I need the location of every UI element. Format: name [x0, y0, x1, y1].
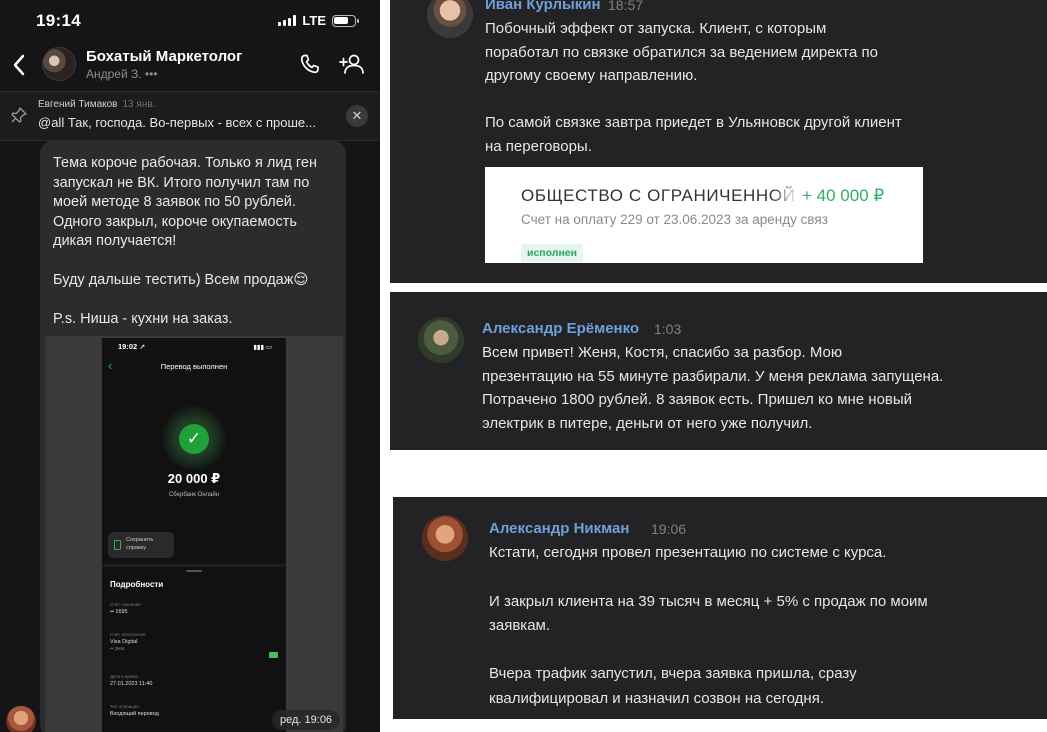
detail-label: Счёт списания [110, 602, 141, 607]
detail-value: 27.01.2023 11:40 [110, 681, 153, 687]
back-chevron-icon [13, 54, 25, 76]
document-icon [114, 540, 121, 550]
status-indicators: LTE [278, 13, 359, 28]
save-receipt-label: Сохранить справку [126, 537, 154, 551]
pinned-date: 13 янв. [122, 99, 156, 110]
inner-status-icons: ▮▮▮ ▭ [253, 344, 272, 351]
detail-value: Visa Digital [110, 639, 138, 645]
sheet-handle [186, 570, 202, 572]
detail-field: Счёт зачисления Visa Digital •• 3666 [110, 632, 280, 651]
card-icon [269, 652, 278, 658]
detail-label: Счёт зачисления [110, 632, 146, 637]
pinned-close-button[interactable]: ✕ [346, 105, 368, 127]
pinned-message[interactable]: Евгений Тимаков 13 янв. @all Так, господа… [0, 91, 380, 141]
avatar[interactable] [418, 317, 464, 363]
detail-value: Входящий перевод [110, 711, 159, 717]
add-user-icon [339, 54, 364, 74]
avatar[interactable] [422, 515, 468, 561]
message-text: Всем привет! Женя, Костя, спасибо за раз… [482, 344, 944, 432]
detail-field: Дата и время 27.01.2023 11:40 [110, 674, 280, 687]
detail-field: Счёт списания •• 1695 [110, 602, 280, 615]
author-name[interactable]: Александр Ерёменко [482, 320, 639, 337]
chat-avatar[interactable] [42, 47, 76, 81]
pin-icon [11, 107, 27, 123]
phone-screenshot: 19:14 LTE Бохатый Маркетолог Андрей З. •… [0, 0, 380, 732]
save-receipt-button: Сохранить справку [108, 532, 174, 558]
sheet-separator [102, 564, 286, 567]
checkmark-icon: ✓ [179, 424, 209, 454]
message-time: 19:06 [651, 521, 687, 537]
call-button[interactable] [298, 52, 324, 78]
close-icon: ✕ [351, 108, 363, 123]
pinned-author-name: Евгений Тимаков [38, 99, 118, 110]
message-text: Кстати, сегодня провел презентацию по си… [489, 544, 928, 707]
details-title: Подробности [110, 580, 164, 589]
payment-screenshot: 19:02 ➚ ▮▮▮ ▭ ‹ Перевод выполнен ✓ 20 00… [102, 338, 286, 732]
pinned-author: Евгений Тимаков 13 янв. [38, 99, 155, 110]
inner-status-time: 19:02 ➚ [118, 342, 146, 351]
chat-header: Бохатый Маркетолог Андрей З. ••• [0, 40, 380, 90]
back-button[interactable] [8, 52, 30, 78]
phone-call-icon [300, 54, 319, 74]
invoice-card: ОБЩЕСТВО С ОГРАНИЧЕННОЙ ОТВЕ + 40 000 ₽ … [485, 167, 923, 263]
status-time: 19:14 [36, 11, 81, 30]
invoice-subtitle: Счет на оплату 229 от 23.06.2023 за арен… [521, 212, 828, 227]
chat-subtitle: Андрей З. ••• [86, 67, 158, 81]
sender-avatar[interactable] [6, 706, 36, 732]
pinned-text: @all Так, господа. Во-первых - всех с пр… [38, 115, 316, 130]
author-name[interactable]: Александр Никман [489, 520, 629, 537]
chat-title[interactable]: Бохатый Маркетолог [86, 48, 242, 65]
detail-sub: •• 3666 [110, 646, 125, 651]
transfer-amount: 20 000 ₽ [167, 471, 221, 486]
message-text: Тема короче рабочая. Только я лид ген за… [53, 155, 317, 327]
detail-field: Тип операции Входящий перевод [110, 704, 280, 717]
detail-value: •• 1695 [110, 609, 128, 615]
detail-label: Тип операции [110, 704, 139, 709]
message-time: 1:03 [654, 321, 682, 337]
detail-label: Дата и время [110, 674, 138, 679]
invoice-amount: + 40 000 ₽ [800, 186, 895, 206]
author-name[interactable]: Иван Курлыкин [485, 0, 601, 13]
network-label: LTE [302, 13, 326, 28]
message-text: Побочный эффект от запуска. Клиент, с ко… [485, 20, 902, 155]
battery-icon [332, 14, 359, 27]
text-fade [863, 207, 923, 231]
signal-icon [278, 15, 297, 26]
bank-name: Сбербанк Онлайн [168, 492, 220, 498]
inner-title: Перевод выполнен [160, 362, 228, 371]
message-time-badge: ред. 19:06 [272, 710, 341, 730]
status-badge: исполнен [521, 244, 583, 262]
add-member-button[interactable] [338, 52, 364, 78]
status-bar: 19:14 LTE [0, 0, 380, 40]
message-time: 18:57 [608, 0, 644, 13]
